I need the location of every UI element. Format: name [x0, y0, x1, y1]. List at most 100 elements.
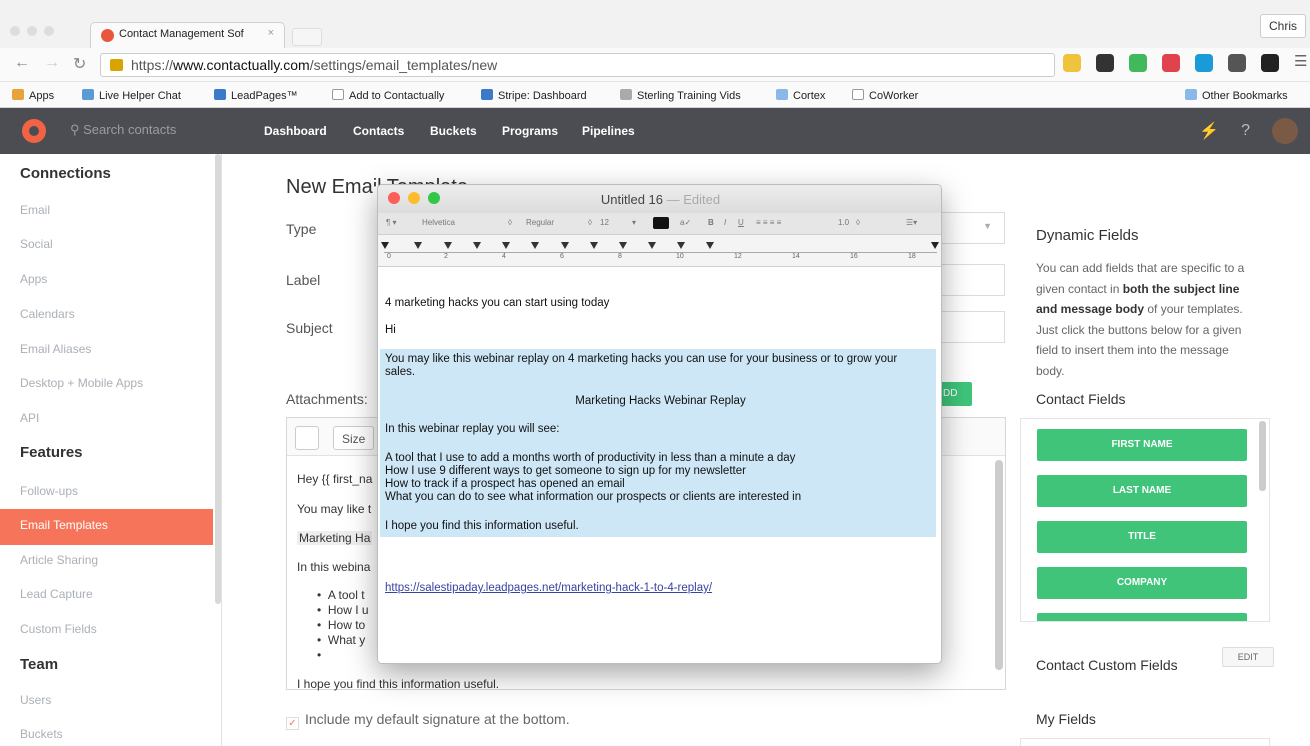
- field-more-button[interactable]: [1037, 613, 1247, 621]
- help-icon[interactable]: ?: [1241, 122, 1250, 140]
- profile-button[interactable]: Chris: [1259, 14, 1306, 38]
- window-controls[interactable]: [10, 24, 61, 39]
- paragraph-style-icon[interactable]: ¶ ▾: [386, 218, 397, 227]
- source-icon[interactable]: [295, 426, 319, 450]
- doc-link[interactable]: https://salestipaday.leadpages.net/marke…: [385, 582, 712, 594]
- textedit-window[interactable]: Untitled 16 — Edited ¶ ▾ Helvetica ◊ Reg…: [377, 184, 942, 664]
- size-dropdown-icon[interactable]: ▾: [632, 218, 636, 227]
- nav-pipelines[interactable]: Pipelines: [582, 124, 635, 138]
- ruler[interactable]: 0 2 4 6 8 10 12 14 16 18: [378, 235, 941, 267]
- field-last-name-button[interactable]: LAST NAME: [1037, 475, 1247, 507]
- extension-icon[interactable]: [1261, 54, 1279, 72]
- bookmark-apps[interactable]: Apps: [12, 89, 54, 102]
- new-tab-button[interactable]: [292, 28, 322, 46]
- bookmark-live-helper-chat[interactable]: Live Helper Chat: [82, 89, 181, 102]
- minimize-window-icon[interactable]: [408, 192, 420, 204]
- nav-contacts[interactable]: Contacts: [353, 124, 404, 138]
- fields-scrollbar[interactable]: [1259, 421, 1266, 491]
- edit-button[interactable]: EDIT: [1222, 647, 1274, 667]
- reload-icon[interactable]: ↻: [73, 54, 86, 74]
- browser-tab[interactable]: Contact Management Sof ×: [90, 22, 285, 48]
- sidebar-item-desktop-mobile-apps[interactable]: Desktop + Mobile Apps: [20, 376, 143, 390]
- forward-icon[interactable]: →: [44, 54, 60, 72]
- subject-input[interactable]: [940, 311, 1005, 343]
- sidebar-item-api[interactable]: API: [20, 411, 39, 425]
- document-body[interactable]: 4 marketing hacks you can start using to…: [378, 267, 941, 663]
- bookmark-add-to-contactually[interactable]: Add to Contactually: [332, 89, 444, 102]
- checkbox[interactable]: ✓: [286, 717, 299, 730]
- underline-icon[interactable]: U: [738, 218, 744, 227]
- sidebar-item-social[interactable]: Social: [20, 237, 53, 251]
- type-select[interactable]: ▼: [940, 212, 1005, 244]
- contactually-logo[interactable]: [22, 119, 46, 143]
- sidebar-item-follow-ups[interactable]: Follow-ups: [20, 484, 78, 498]
- bookmark-stripe[interactable]: Stripe: Dashboard: [481, 89, 587, 102]
- nav-programs[interactable]: Programs: [502, 124, 558, 138]
- bookmark-leadpages[interactable]: LeadPages™: [214, 89, 298, 102]
- avatar[interactable]: [1272, 118, 1298, 144]
- search-contacts-input[interactable]: ⚲ Search contacts: [70, 122, 176, 138]
- close-window-icon[interactable]: [388, 192, 400, 204]
- menu-icon[interactable]: ☰: [1294, 54, 1310, 72]
- bold-icon[interactable]: B: [708, 218, 714, 227]
- size-dropdown[interactable]: Size: [333, 426, 375, 450]
- field-company-button[interactable]: COMPANY: [1037, 567, 1247, 599]
- indent-marker-icon[interactable]: [381, 242, 389, 249]
- sidebar-item-email-templates[interactable]: Email Templates: [20, 518, 108, 532]
- sidebar-item-users[interactable]: Users: [20, 693, 51, 707]
- sidebar-item-custom-fields[interactable]: Custom Fields: [20, 622, 97, 636]
- zoom-window-icon[interactable]: [428, 192, 440, 204]
- tab-stop-icon[interactable]: [706, 242, 714, 249]
- font-family-select[interactable]: Helvetica: [422, 218, 455, 227]
- font-updown-icon[interactable]: ◊: [508, 218, 512, 227]
- sidebar-item-apps[interactable]: Apps: [20, 272, 47, 286]
- style-updown-icon[interactable]: ◊: [588, 218, 592, 227]
- sidebar-item-calendars[interactable]: Calendars: [20, 307, 75, 321]
- text-color-swatch[interactable]: [653, 217, 669, 229]
- field-first-name-button[interactable]: FIRST NAME: [1037, 429, 1247, 461]
- font-style-select[interactable]: Regular: [526, 218, 554, 227]
- bookmark-coworker[interactable]: CoWorker: [852, 89, 918, 102]
- italic-icon[interactable]: I: [724, 218, 726, 227]
- tab-stop-icon[interactable]: [502, 242, 510, 249]
- tab-stop-icon[interactable]: [590, 242, 598, 249]
- extension-icon[interactable]: [1129, 54, 1147, 72]
- field-title-button[interactable]: TITLE: [1037, 521, 1247, 553]
- nav-dashboard[interactable]: Dashboard: [264, 124, 327, 138]
- spacing-updown-icon[interactable]: ◊: [856, 218, 860, 227]
- tab-stop-icon[interactable]: [414, 242, 422, 249]
- extension-icon[interactable]: [1162, 54, 1180, 72]
- sidebar-item-email-aliases[interactable]: Email Aliases: [20, 342, 91, 356]
- tab-stop-icon[interactable]: [531, 242, 539, 249]
- highlight-icon[interactable]: a✓: [680, 218, 691, 227]
- sidebar-scrollbar[interactable]: [215, 154, 221, 604]
- tab-stop-icon[interactable]: [444, 242, 452, 249]
- tab-stop-icon[interactable]: [561, 242, 569, 249]
- tab-stop-icon[interactable]: [677, 242, 685, 249]
- font-size-select[interactable]: 12: [600, 218, 609, 227]
- right-margin-marker-icon[interactable]: [931, 242, 939, 249]
- extension-icon[interactable]: [1096, 54, 1114, 72]
- signature-checkbox-row[interactable]: ✓ Include my default signature at the bot…: [286, 711, 570, 730]
- bookmark-other[interactable]: Other Bookmarks: [1185, 89, 1288, 102]
- list-icon[interactable]: ☰▾: [906, 218, 917, 227]
- editor-scrollbar[interactable]: [995, 460, 1003, 670]
- extension-icon[interactable]: [1195, 54, 1213, 72]
- sidebar-item-email[interactable]: Email: [20, 203, 50, 217]
- sidebar-item-buckets[interactable]: Buckets: [20, 727, 63, 741]
- tab-stop-icon[interactable]: [648, 242, 656, 249]
- tab-stop-icon[interactable]: [473, 242, 481, 249]
- align-icons[interactable]: ≡ ≡ ≡ ≡: [756, 218, 781, 227]
- line-spacing-select[interactable]: 1.0: [838, 218, 849, 227]
- label-input[interactable]: [940, 264, 1005, 296]
- extension-icon[interactable]: [1063, 54, 1081, 72]
- nav-buckets[interactable]: Buckets: [430, 124, 477, 138]
- bookmark-sterling[interactable]: Sterling Training Vids: [620, 89, 741, 102]
- extension-icon[interactable]: [1228, 54, 1246, 72]
- bookmark-cortex[interactable]: Cortex: [776, 89, 825, 102]
- back-icon[interactable]: ←: [14, 54, 30, 72]
- textedit-titlebar[interactable]: Untitled 16 — Edited: [378, 185, 941, 213]
- close-tab-icon[interactable]: ×: [268, 27, 274, 39]
- tab-stop-icon[interactable]: [619, 242, 627, 249]
- url-input[interactable]: https://www.contactually.com/settings/em…: [100, 53, 1055, 77]
